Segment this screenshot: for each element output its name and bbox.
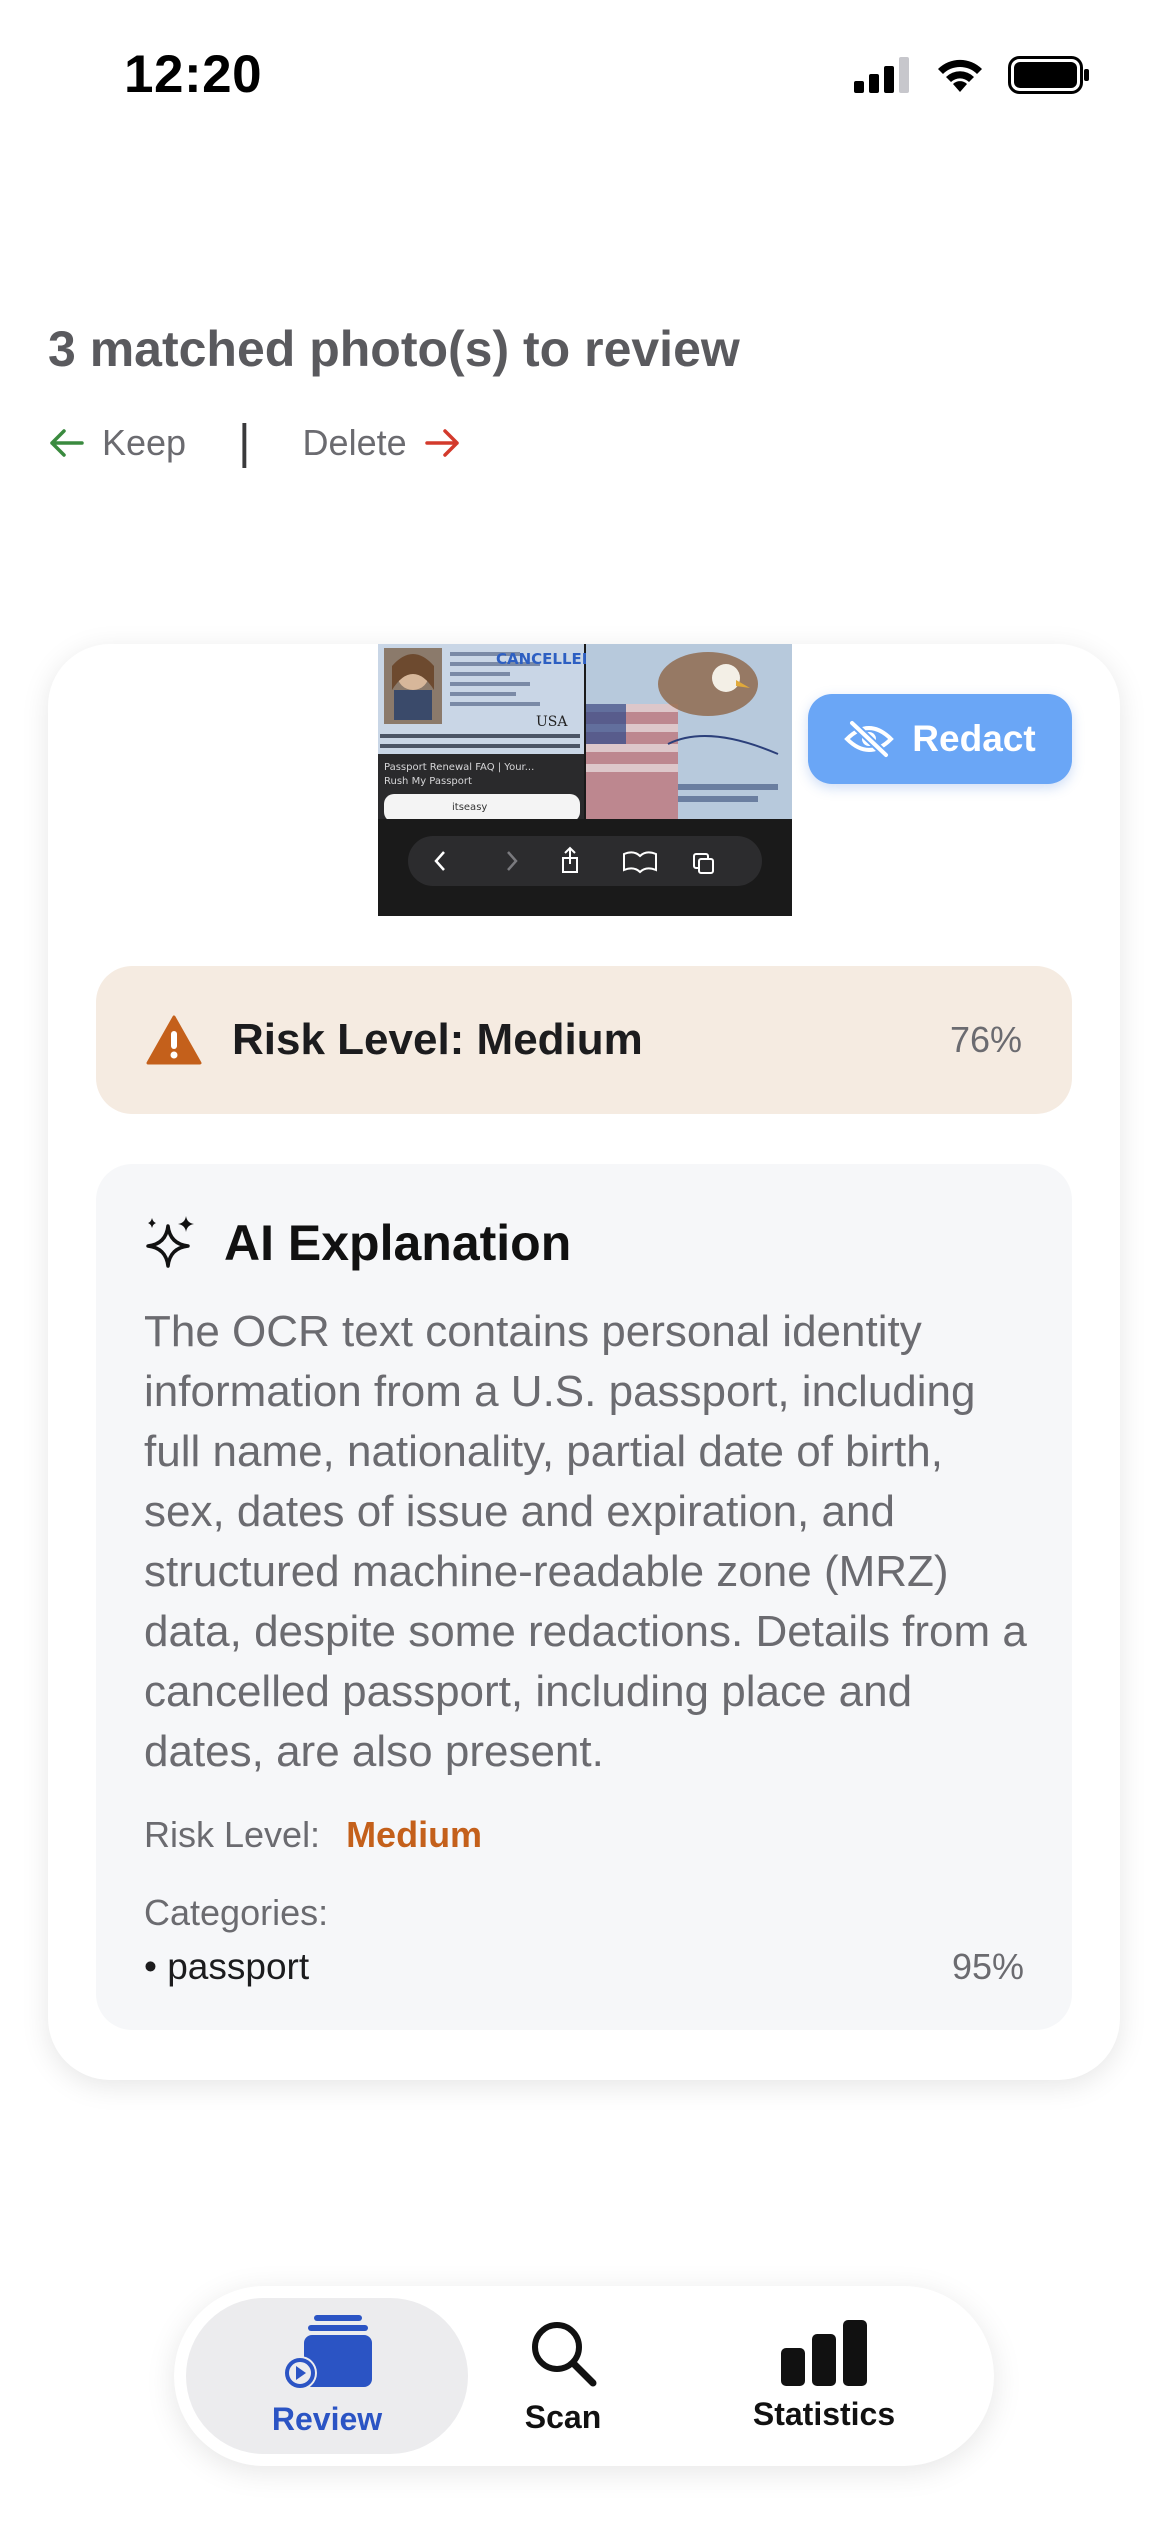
photo-thumbnail[interactable]: CANCELLED USA Passport Renewal FAQ | You… <box>378 644 792 916</box>
tab-statistics-label: Statistics <box>752 2395 896 2432</box>
tab-review-label: Review <box>271 2400 383 2437</box>
risk-banner: Risk Level: Medium 76% <box>96 966 1072 1114</box>
thumbnail-site-logo: itseasy <box>452 802 487 813</box>
cellular-signal-icon <box>854 57 909 93</box>
thumbnail-caption-title: Passport Renewal FAQ | Your... <box>384 762 534 773</box>
warning-icon <box>146 1015 202 1065</box>
ai-explanation-header: AI Explanation <box>144 1214 571 1272</box>
tab-scan-label: Scan <box>524 2398 602 2435</box>
review-card[interactable]: CANCELLED USA Passport Renewal FAQ | You… <box>48 644 1120 2080</box>
ai-risk-label: Risk Level: <box>144 1814 321 1855</box>
sparkles-icon <box>146 1216 194 1268</box>
delete-label: Delete <box>302 421 407 463</box>
status-icons <box>854 56 1090 94</box>
passport-screenshot-image: CANCELLED USA Passport Renewal FAQ | You… <box>378 644 792 916</box>
categories-label: Categories: <box>144 1892 329 1933</box>
status-time: 12:20 <box>124 45 263 104</box>
bar-chart-icon <box>781 2319 867 2386</box>
tab-scan[interactable]: Scan <box>488 2298 638 2454</box>
delete-hint[interactable]: Delete <box>303 422 461 464</box>
page-title: 3 matched photo(s) to review <box>48 321 740 377</box>
redact-label: Redact <box>912 718 1036 759</box>
ai-explanation-text: The OCR text contains personal identity … <box>144 1307 1027 1776</box>
tab-review[interactable]: Review <box>186 2298 468 2454</box>
review-icon <box>283 2314 372 2390</box>
ai-explanation-panel: AI Explanation The OCR text contains per… <box>96 1164 1072 2030</box>
ai-explanation-title: AI Explanation <box>224 1215 572 1271</box>
redact-button[interactable]: Redact <box>808 694 1072 784</box>
status-bar: 12:20 <box>0 0 1170 150</box>
risk-percent: 76% <box>949 1019 1022 1060</box>
ai-risk-level: Risk Level: Medium <box>144 1814 482 1856</box>
eye-slash-icon <box>844 720 895 758</box>
cancelled-stamp: CANCELLED <box>496 650 594 668</box>
tab-bar: Review Scan Statistics <box>174 2286 994 2466</box>
passport-country: USA <box>536 714 568 730</box>
search-icon <box>532 2321 597 2386</box>
keep-hint[interactable]: Keep <box>48 422 186 464</box>
risk-level-label: Risk Level: Medium <box>232 1015 643 1064</box>
tab-statistics[interactable]: Statistics <box>740 2298 908 2454</box>
ai-risk-value: Medium <box>346 1814 483 1855</box>
hint-separator: | <box>238 416 251 469</box>
swipe-hint: Keep | Delete <box>48 415 461 470</box>
wifi-icon <box>938 59 982 92</box>
battery-icon <box>1008 56 1089 94</box>
keep-label: Keep <box>102 421 187 463</box>
thumbnail-caption-subtitle: Rush My Passport <box>384 776 472 787</box>
arrow-right-icon <box>424 428 459 457</box>
arrow-left-icon <box>50 428 84 457</box>
category-percent: 95% <box>951 1946 1024 1987</box>
category-item: • passport <box>144 1946 310 1987</box>
